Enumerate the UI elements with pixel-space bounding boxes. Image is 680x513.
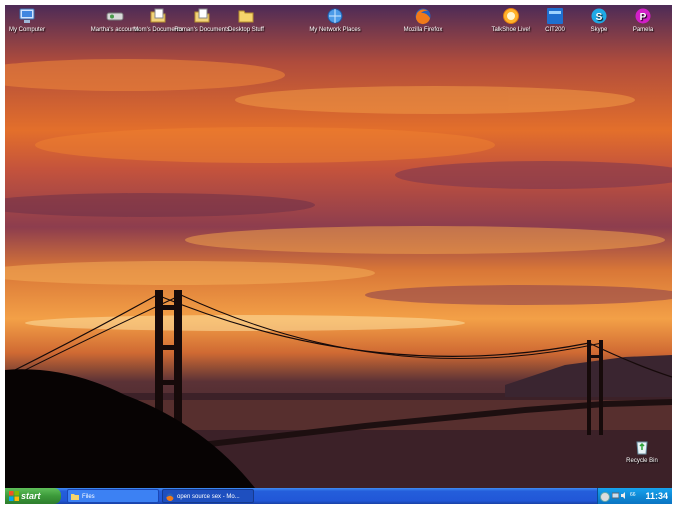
key-icon xyxy=(106,12,124,21)
desktop-icon-label: Skype xyxy=(590,27,608,33)
tray-app-icon[interactable] xyxy=(600,492,610,502)
volume-tray-icon[interactable] xyxy=(621,492,628,499)
recycle-bin-icon xyxy=(636,441,648,455)
wallpaper-sunset-bridge xyxy=(5,5,672,488)
desktop[interactable]: My Computer Martha's accounts Mom's Docu… xyxy=(5,5,672,488)
folder-icon xyxy=(71,494,79,500)
desktop-icon-label: My Network Places xyxy=(309,27,361,33)
desktop-icon-label: TalkShoe Live! xyxy=(491,27,531,33)
firefox-icon xyxy=(166,493,174,501)
desktop-icon-recycle-bin[interactable]: Recycle Bin xyxy=(613,438,671,465)
svg-text:S: S xyxy=(596,12,603,23)
taskbar-button-files[interactable]: Files xyxy=(67,489,159,503)
cit200-icon xyxy=(547,8,563,24)
windows-flag-icon xyxy=(9,491,19,501)
start-button[interactable]: start xyxy=(5,488,61,504)
taskbar-button-label: Files xyxy=(82,494,95,500)
pamela-icon: P xyxy=(635,8,651,24)
computer-icon xyxy=(19,8,35,23)
svg-text:P: P xyxy=(640,12,647,23)
folder-documents-icon xyxy=(150,8,166,23)
desktop-icon-label: Desktop Stuff xyxy=(228,27,264,33)
tray-indicator-text: 66 xyxy=(630,492,636,498)
firefox-icon xyxy=(415,8,431,25)
network-tray-icon[interactable] xyxy=(612,492,619,499)
talkshoe-icon xyxy=(503,8,519,24)
desktop-icon-my-network-places[interactable]: My Network Places xyxy=(306,7,364,34)
desktop-icon-label: Pamela xyxy=(632,27,654,33)
desktop-icon-label: My Computer xyxy=(8,27,45,33)
desktop-icon-pamela[interactable]: P Pamela xyxy=(614,7,672,34)
taskbar: start Files open source sex - Mo... 66 1… xyxy=(5,488,672,504)
taskbar-button-label: open source sex - Mo... xyxy=(177,494,240,500)
system-tray: 66 11:34 xyxy=(597,488,672,504)
desktop-icon-desktop-stuff[interactable]: Desktop Stuff xyxy=(217,7,275,34)
network-icon xyxy=(327,8,343,24)
folder-documents-icon xyxy=(194,8,210,23)
desktop-icon-mozilla-firefox[interactable]: Mozilla Firefox xyxy=(394,7,452,34)
desktop-icon-my-computer[interactable]: My Computer xyxy=(5,7,56,34)
start-label: start xyxy=(21,491,41,501)
desktop-icon-label: CIT200 xyxy=(545,27,565,33)
desktop-icon-label: Mozilla Firefox xyxy=(403,27,443,33)
folder-icon xyxy=(238,10,254,23)
clock[interactable]: 11:34 xyxy=(645,489,668,503)
desktop-icon-label: Recycle Bin xyxy=(626,458,658,464)
taskbar-button-firefox[interactable]: open source sex - Mo... xyxy=(162,489,254,503)
skype-icon: S xyxy=(591,8,607,24)
